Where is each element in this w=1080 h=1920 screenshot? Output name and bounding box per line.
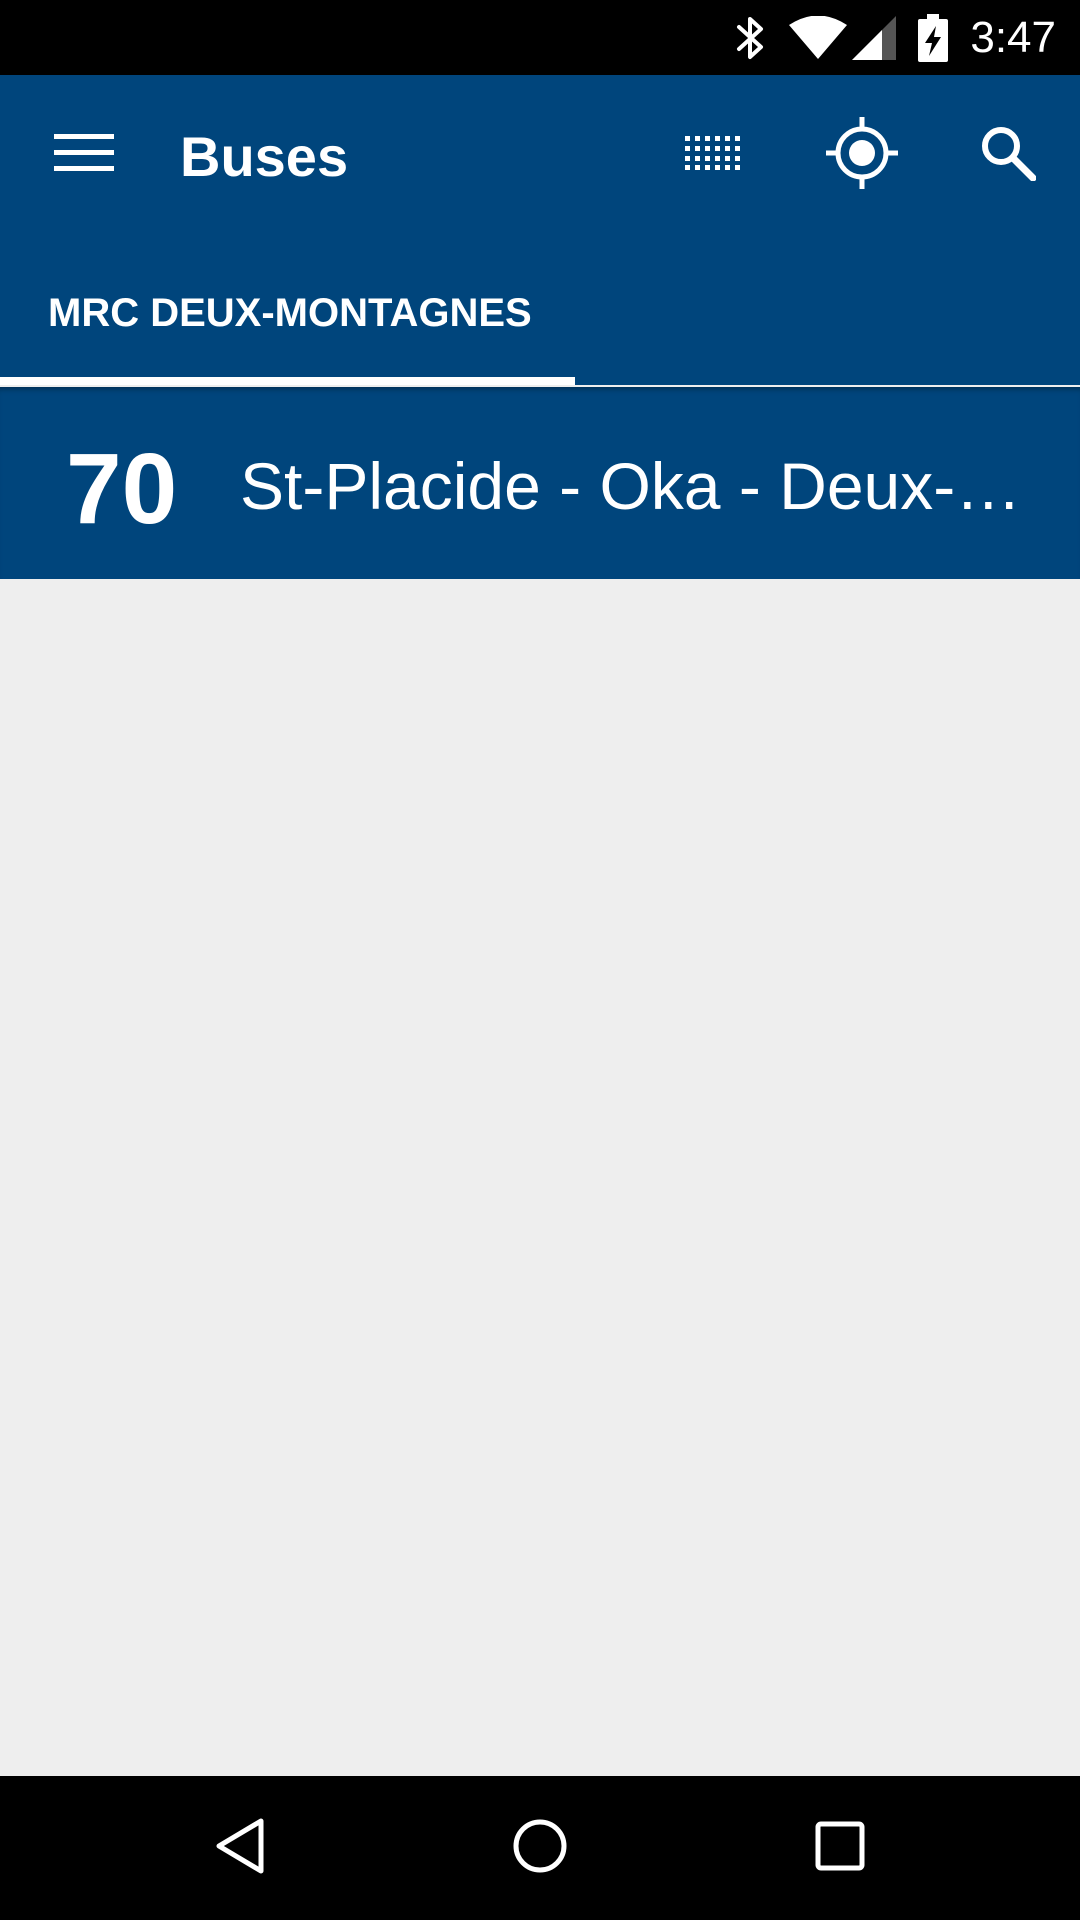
route-list-item[interactable]: 70 St-Placide - Oka - Deux-Montagnes [0, 387, 1080, 579]
recents-icon [815, 1821, 865, 1876]
app-bar: Buses MRC DEUX-MONTAGNES [0, 75, 1080, 385]
home-button[interactable] [490, 1798, 590, 1898]
menu-icon [54, 133, 114, 178]
route-name: St-Placide - Oka - Deux-Montagnes [240, 453, 1040, 519]
my-location-icon [826, 116, 898, 194]
recents-button[interactable] [790, 1798, 890, 1898]
search-button[interactable] [958, 109, 1058, 201]
status-time: 3:47 [970, 12, 1056, 62]
tab-indicator [0, 377, 575, 385]
grid-view-button[interactable] [664, 109, 764, 201]
bluetooth-icon [736, 15, 766, 61]
signal-icon [852, 15, 897, 60]
status-icons: 3:47 [736, 0, 1056, 75]
menu-button[interactable] [30, 115, 138, 195]
battery-charging-icon [918, 13, 949, 62]
grid-icon [685, 135, 743, 175]
wifi-icon [788, 15, 848, 60]
search-icon [980, 125, 1037, 186]
back-button[interactable] [190, 1798, 290, 1898]
tab-mrc-deux-montagnes[interactable]: MRC DEUX-MONTAGNES [48, 293, 532, 333]
app-title: Buses [180, 125, 349, 188]
my-location-button[interactable] [812, 109, 912, 201]
home-icon [512, 1818, 568, 1879]
back-icon [213, 1817, 267, 1880]
status-bar: 3:47 [0, 0, 1080, 75]
navigation-bar [0, 1776, 1080, 1920]
route-number: 70 [66, 433, 178, 545]
